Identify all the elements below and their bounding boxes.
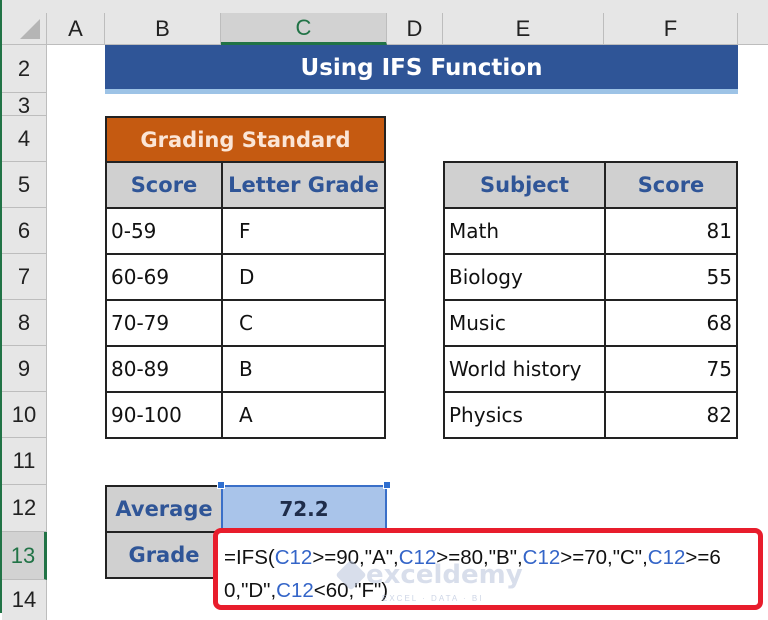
row-header-14[interactable]: 14 <box>2 580 47 620</box>
title-underline <box>105 89 738 94</box>
grading-letter-cell[interactable]: C <box>221 299 386 347</box>
score-header[interactable]: Score <box>604 161 738 209</box>
score-cell[interactable]: 75 <box>604 345 738 393</box>
column-header-c[interactable]: C <box>221 13 387 45</box>
formula-cell-reference: C12 <box>276 579 314 602</box>
subject-cell[interactable]: Physics <box>443 391 606 439</box>
row-header-12[interactable]: 12 <box>2 485 47 532</box>
score-cell[interactable]: 55 <box>604 253 738 301</box>
grading-header-letter-grade[interactable]: Letter Grade <box>221 161 386 209</box>
score-cell[interactable]: 68 <box>604 299 738 347</box>
formula-segment: >=70,"C", <box>560 546 648 569</box>
grading-score-cell[interactable]: 90-100 <box>105 391 223 439</box>
grading-score-cell[interactable]: 80-89 <box>105 345 223 393</box>
row-header-4[interactable]: 4 <box>2 116 47 162</box>
formula-segment: =IFS( <box>224 546 275 569</box>
grading-letter-cell[interactable]: B <box>221 345 386 393</box>
average-value-cell[interactable]: 72.2 <box>221 485 387 532</box>
average-label[interactable]: Average <box>105 485 223 533</box>
subject-header[interactable]: Subject <box>443 161 606 209</box>
row-header-9[interactable]: 9 <box>2 346 47 392</box>
row-header-6[interactable]: 6 <box>2 208 47 254</box>
row-header-2[interactable]: 2 <box>2 45 47 93</box>
selection-handle-top-left[interactable] <box>217 481 225 489</box>
row-header-13[interactable]: 13 <box>2 532 47 580</box>
exceldemy-logo-icon <box>335 559 367 591</box>
row-header-7[interactable]: 7 <box>2 254 47 300</box>
subject-cell[interactable]: Biology <box>443 253 606 301</box>
row-header-3[interactable]: 3 <box>2 93 47 116</box>
grading-header-score[interactable]: Score <box>105 161 223 209</box>
column-header-b[interactable]: B <box>105 13 221 45</box>
window-edge <box>0 0 2 613</box>
subject-cell[interactable]: Math <box>443 207 606 255</box>
selection-handle-top-right[interactable] <box>383 481 391 489</box>
select-all-triangle-icon <box>20 19 40 39</box>
grading-score-cell[interactable]: 60-69 <box>105 253 223 301</box>
grading-standard-title[interactable]: Grading Standard <box>105 116 386 163</box>
grade-label[interactable]: Grade <box>105 531 223 579</box>
grading-score-cell[interactable]: 70-79 <box>105 299 223 347</box>
formula-cell-reference: C12 <box>647 546 686 569</box>
column-header-g[interactable] <box>738 13 768 45</box>
column-header-f[interactable]: F <box>604 13 738 45</box>
subject-cell[interactable]: World history <box>443 345 606 393</box>
formula-cell-reference: C12 <box>274 546 313 569</box>
formula-segment: >= <box>685 546 710 569</box>
top-strip <box>0 0 768 13</box>
score-cell[interactable]: 81 <box>604 207 738 255</box>
grading-letter-cell[interactable]: A <box>221 391 386 439</box>
title-banner[interactable]: Using IFS Function <box>105 45 738 90</box>
row-header-10[interactable]: 10 <box>2 392 47 438</box>
row-header-8[interactable]: 8 <box>2 300 47 346</box>
watermark: exceldemy <box>335 559 523 591</box>
row-header-5[interactable]: 5 <box>2 162 47 208</box>
column-header-a[interactable]: A <box>47 13 105 45</box>
score-cell[interactable]: 82 <box>604 391 738 439</box>
grading-letter-cell[interactable]: D <box>221 253 386 301</box>
row-header-11[interactable]: 11 <box>2 438 47 485</box>
watermark-tagline: EXCEL · DATA · BI <box>382 594 484 603</box>
grading-score-cell[interactable]: 0-59 <box>105 207 223 255</box>
watermark-name: exceldemy <box>366 560 523 590</box>
grading-letter-cell[interactable]: F <box>221 207 386 255</box>
column-header-e[interactable]: E <box>443 13 604 45</box>
formula-cell-reference: C12 <box>522 546 561 569</box>
select-all-button[interactable] <box>2 13 47 45</box>
column-header-d[interactable]: D <box>387 13 443 45</box>
subject-cell[interactable]: Music <box>443 299 606 347</box>
